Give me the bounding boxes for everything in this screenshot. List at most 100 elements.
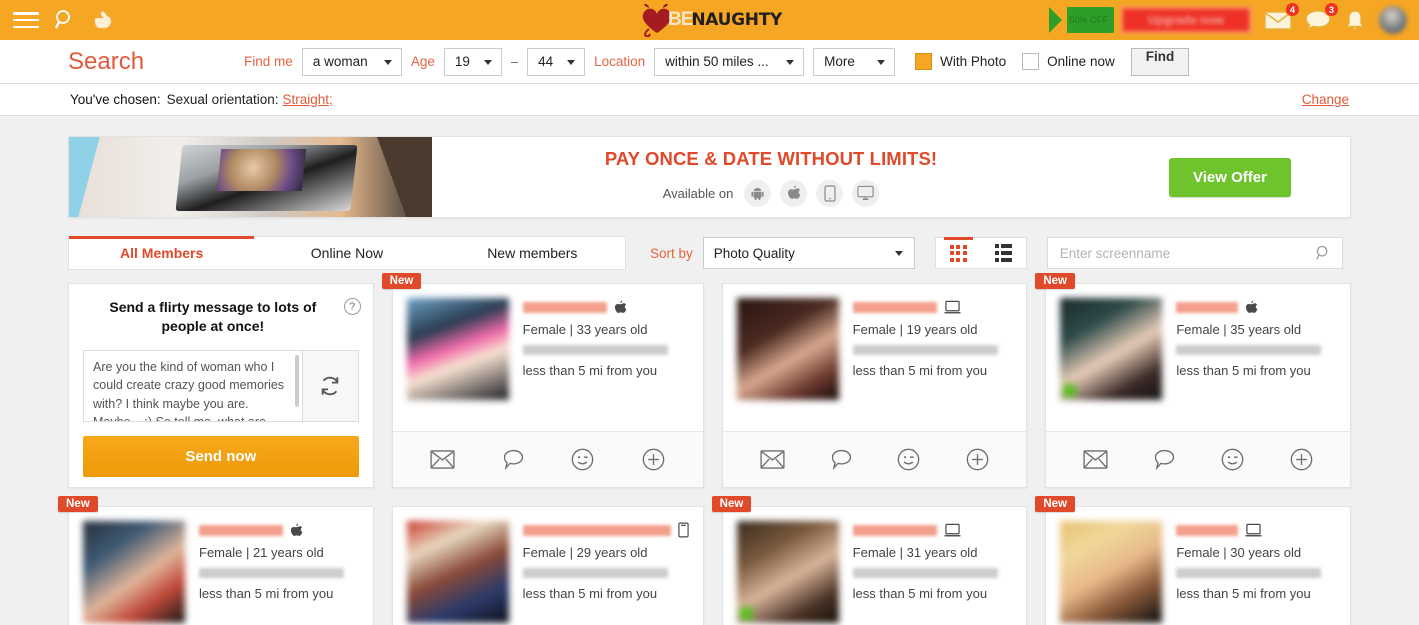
list-view-icon	[994, 244, 1012, 262]
profile-distance: less than 5 mi from you	[852, 363, 988, 378]
mass-flirt-message[interactable]: Are you the kind of woman who I could cr…	[84, 350, 295, 421]
search-filter-bar: Search Find me a woman Age 19 – 44 Locat…	[0, 40, 1419, 84]
profile-screenname[interactable]	[199, 524, 283, 536]
profile-photo[interactable]	[1060, 521, 1163, 623]
online-now-checkbox-box	[1022, 53, 1040, 70]
new-badge: New	[1035, 273, 1075, 289]
new-badge: New	[58, 496, 98, 512]
profile-card[interactable]: New Female | 31 years old less than 5 mi f…	[711, 496, 1028, 625]
profile-distance: less than 5 mi from you	[852, 586, 988, 601]
more-filters-select[interactable]: More	[813, 47, 896, 76]
mass-flirt-scrollbar[interactable]	[294, 354, 299, 407]
search-icon[interactable]	[53, 8, 77, 32]
profile-photo[interactable]	[406, 298, 509, 400]
hand-wink-icon[interactable]	[91, 9, 115, 31]
profile-screenname[interactable]	[852, 301, 937, 313]
messages-icon[interactable]: 4	[1264, 2, 1300, 31]
profile-screenname[interactable]	[852, 524, 937, 536]
profile-location	[522, 568, 668, 578]
add-favorite-icon[interactable]	[642, 448, 665, 471]
age-range-dash: –	[510, 54, 519, 69]
age-to-select[interactable]: 44	[527, 47, 586, 76]
apple-icon	[780, 179, 808, 207]
wink-smiley-icon[interactable]	[571, 448, 594, 471]
desktop-icon	[944, 523, 961, 538]
add-favorite-icon[interactable]	[966, 448, 989, 471]
with-photo-checkbox[interactable]: With Photo	[915, 53, 1006, 70]
list-view-button[interactable]	[981, 238, 1026, 268]
profile-location	[852, 345, 998, 355]
chosen-criteria-bar: You've chosen: Sexual orientation: Strai…	[0, 84, 1419, 116]
bell-icon[interactable]	[1344, 9, 1366, 32]
chat-bubble-icon[interactable]	[1154, 449, 1175, 471]
refresh-icon[interactable]	[301, 350, 358, 421]
profile-distance: less than 5 mi from you	[1176, 363, 1311, 378]
profile-card[interactable]: New Female | 33 years old less than 5 mi f…	[381, 273, 704, 488]
apple-icon	[614, 299, 627, 315]
online-status-indicator	[739, 607, 753, 620]
chat-bubble-icon[interactable]	[503, 449, 524, 471]
send-mail-icon[interactable]	[1083, 450, 1108, 469]
profile-meta: Female | 33 years old	[522, 322, 648, 337]
screenname-search[interactable]	[1046, 237, 1343, 269]
hamburger-menu-icon[interactable]	[13, 10, 39, 30]
chat-icon[interactable]: 3	[1305, 2, 1339, 31]
profile-screenname[interactable]	[522, 301, 607, 313]
profile-photo[interactable]	[1060, 298, 1163, 400]
send-mail-icon[interactable]	[430, 450, 455, 469]
sort-by-select[interactable]: Photo Quality	[702, 237, 915, 269]
wink-smiley-icon[interactable]	[1221, 448, 1244, 471]
desktop-icon	[1245, 523, 1262, 538]
profile-screenname[interactable]	[1176, 301, 1239, 313]
grid-view-button[interactable]	[936, 237, 981, 268]
with-photo-label: With Photo	[940, 54, 1007, 69]
tab-online-now[interactable]: Online Now	[254, 237, 439, 269]
profile-distance: less than 5 mi from you	[522, 363, 658, 378]
chosen-value-link[interactable]: Straight;	[282, 92, 332, 107]
profile-photo[interactable]	[406, 521, 509, 623]
gender-select[interactable]: a woman	[301, 47, 402, 76]
profile-card[interactable]: New Female | 30 years old less than 5 mi f…	[1035, 496, 1351, 625]
profile-card[interactable]: New Female | 35 years old less than 5 mi f…	[1035, 273, 1351, 488]
promo-banner: PAY ONCE & DATE WITHOUT LIMITS! Availabl…	[68, 136, 1351, 218]
profile-photo[interactable]	[736, 298, 839, 400]
promo-discount-label: 50% OFF	[1067, 7, 1114, 33]
profile-meta: Female | 19 years old	[852, 322, 978, 337]
more-filters-label: More	[824, 54, 855, 69]
profile-card[interactable]: New Female | 21 years old less than 5 mi f…	[58, 496, 374, 625]
user-avatar[interactable]	[1379, 6, 1407, 34]
send-now-button[interactable]: Send now	[83, 435, 359, 477]
desktop-icon	[944, 300, 961, 315]
online-now-checkbox[interactable]: Online now	[1022, 53, 1115, 70]
age-from-select[interactable]: 19	[443, 47, 502, 76]
wink-smiley-icon[interactable]	[897, 448, 920, 471]
with-photo-checkbox-box	[915, 53, 933, 70]
profile-photo[interactable]	[83, 521, 185, 623]
tab-all-members[interactable]: All Members	[69, 236, 255, 269]
profile-screenname[interactable]	[1176, 524, 1239, 536]
profile-actions	[392, 431, 703, 487]
promo-banner-image	[69, 137, 432, 217]
chat-bubble-icon[interactable]	[831, 449, 852, 471]
tab-new-members[interactable]: New members	[440, 237, 625, 269]
promo-arrow-decoration	[1049, 7, 1063, 33]
profile-photo[interactable]	[736, 521, 839, 623]
search-icon[interactable]	[1314, 244, 1342, 262]
find-button[interactable]: Find	[1130, 47, 1190, 76]
promo-banner-title: PAY ONCE & DATE WITHOUT LIMITS!	[604, 147, 938, 169]
new-badge: New	[381, 273, 422, 289]
screenname-input[interactable]	[1047, 238, 1314, 268]
profile-screenname[interactable]	[522, 524, 671, 536]
profile-card[interactable]: Female | 19 years old less than 5 mi from…	[721, 283, 1028, 488]
add-favorite-icon[interactable]	[1290, 448, 1313, 471]
change-criteria-link[interactable]: Change	[1302, 92, 1349, 107]
profile-card[interactable]: Female | 29 years old less than 5 mi from…	[391, 506, 704, 625]
location-select[interactable]: within 50 miles ...	[654, 47, 805, 76]
desktop-icon	[852, 179, 880, 207]
upgrade-now-button[interactable]: Upgrade now	[1121, 7, 1251, 33]
view-offer-button[interactable]: View Offer	[1169, 157, 1291, 197]
mobile-icon	[816, 179, 844, 207]
location-label: Location	[594, 54, 646, 69]
send-mail-icon[interactable]	[760, 450, 785, 469]
question-mark-icon[interactable]: ?	[343, 298, 361, 315]
